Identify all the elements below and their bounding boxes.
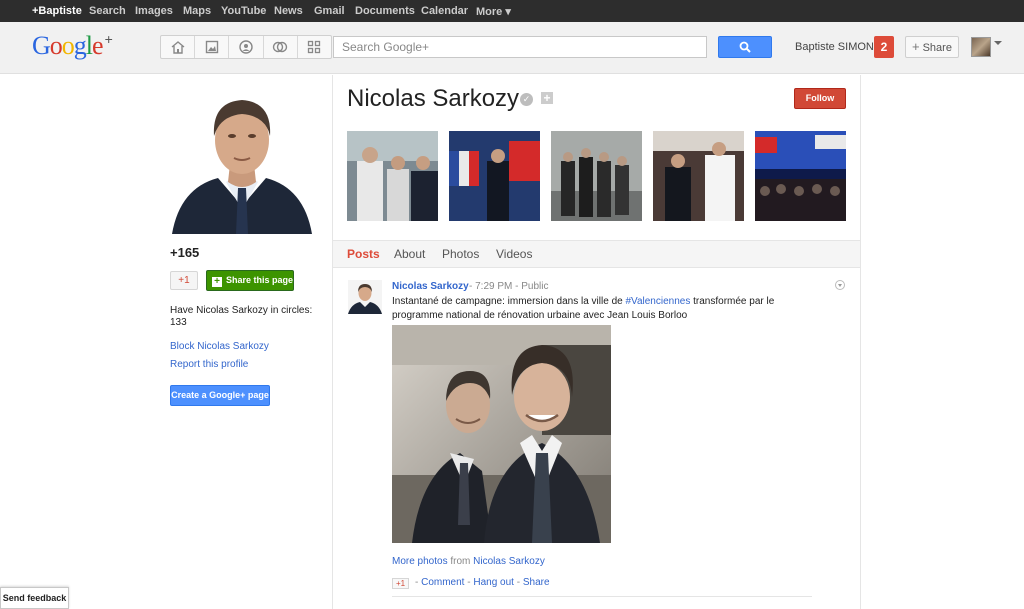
profile-icon[interactable] <box>229 36 264 58</box>
block-user-link[interactable]: Block Nicolas Sarkozy <box>170 341 269 352</box>
plus-ones-count: +165 <box>170 245 200 260</box>
share-this-page-button[interactable]: + Share this page <box>206 270 294 291</box>
logo-plus: + <box>104 31 113 47</box>
tab-about[interactable]: About <box>394 247 425 261</box>
post-author-link[interactable]: Nicolas Sarkozy <box>392 281 469 292</box>
plus-icon: + <box>212 277 222 287</box>
separator: - <box>513 577 523 588</box>
logo-wordmark: Google <box>32 31 104 60</box>
share-box-label: Share <box>922 42 952 54</box>
separator: - <box>512 281 522 292</box>
more-photos-link[interactable]: More photos <box>392 556 448 567</box>
post-actions: +1- Comment - Hang out - Share <box>392 577 550 589</box>
tab-photos[interactable]: Photos <box>442 247 479 261</box>
topbar-link-maps[interactable]: Maps <box>183 5 211 17</box>
share-post-link[interactable]: Share <box>523 577 550 588</box>
google-plus-logo[interactable]: Google + <box>32 31 113 61</box>
tab-posts[interactable]: Posts <box>347 247 380 261</box>
header: Google+ Baptiste SIMON 2 +Share <box>0 22 1024 74</box>
from-text: from <box>447 556 474 567</box>
post-time[interactable]: 7:29 PM <box>475 281 512 292</box>
send-feedback-button[interactable]: Send feedback <box>0 587 69 609</box>
search-icon <box>739 41 751 53</box>
follow-button[interactable]: Follow <box>794 88 846 109</box>
comment-link[interactable]: Comment <box>421 577 464 588</box>
profile-sidebar: +165 +1 + Share this page Have Nicolas Sa… <box>0 75 333 609</box>
topbar-link-profile[interactable]: +Baptiste <box>32 5 82 17</box>
profile-name: Nicolas Sarkozy <box>347 85 520 112</box>
tab-videos[interactable]: Videos <box>496 247 532 261</box>
user-avatar[interactable] <box>971 37 991 57</box>
topbar-link-gmail[interactable]: Gmail <box>314 5 345 17</box>
post-options-menu-icon[interactable] <box>835 280 845 290</box>
home-icon[interactable] <box>161 36 196 58</box>
more-photos-author-link[interactable]: Nicolas Sarkozy <box>473 556 545 567</box>
photo-thumbnail[interactable] <box>755 131 846 221</box>
report-profile-link[interactable]: Report this profile <box>170 359 248 370</box>
profile-photo[interactable] <box>170 88 314 234</box>
photo-thumbnail[interactable] <box>449 131 540 221</box>
share-box-button[interactable]: + Share <box>905 36 959 58</box>
profile-main: Nicolas Sarkozy ✓ + Follow Posts About P… <box>333 75 861 609</box>
more-photos-row: More photos from Nicolas Sarkozy <box>392 556 545 567</box>
photo-thumbnail[interactable] <box>551 131 642 221</box>
photo-strip <box>347 131 847 221</box>
topbar-link-search[interactable]: Search <box>89 5 126 17</box>
post-text: Instantané de campagne: immersion dans l… <box>392 295 822 323</box>
post-plus-one-button[interactable]: +1 <box>392 578 409 589</box>
post-author-avatar[interactable] <box>348 280 382 314</box>
top-navigation-bar: +Baptiste Search Images Maps YouTube New… <box>0 0 1024 22</box>
post-image[interactable] <box>392 325 611 543</box>
photo-thumbnail[interactable] <box>653 131 744 221</box>
share-this-page-label: Share this page <box>226 275 294 285</box>
chevron-down-icon[interactable] <box>994 41 1002 45</box>
user-name-link[interactable]: Baptiste SIMON <box>795 41 874 53</box>
photos-icon[interactable] <box>195 36 230 58</box>
topbar-link-news[interactable]: News <box>274 5 303 17</box>
plus-icon: + <box>912 39 920 54</box>
post-hashtag-link[interactable]: #Valenciennes <box>625 296 690 307</box>
create-page-button[interactable]: Create a Google+ page <box>170 385 270 406</box>
post-meta: - 7:29 PM - Public <box>469 281 549 292</box>
verified-check-icon: ✓ <box>520 93 533 106</box>
circles-count-text: Have Nicolas Sarkozy in circles: 133 <box>170 305 313 328</box>
post-visibility[interactable]: Public <box>521 281 548 292</box>
content-area: +165 +1 + Share this page Have Nicolas Sa… <box>0 75 1024 609</box>
search-button[interactable] <box>718 36 772 58</box>
circles-icon[interactable] <box>264 36 298 58</box>
topbar-link-documents[interactable]: Documents <box>355 5 415 17</box>
notification-count-badge[interactable]: 2 <box>874 36 894 58</box>
search-input[interactable] <box>333 36 707 58</box>
nav-icon-group <box>160 35 332 59</box>
plus-one-button[interactable]: +1 <box>170 271 198 290</box>
games-icon[interactable] <box>298 36 331 58</box>
google-plus-badge-icon: + <box>541 92 553 104</box>
post-divider <box>392 596 812 597</box>
hang-out-link[interactable]: Hang out <box>473 577 514 588</box>
topbar-link-calendar[interactable]: Calendar <box>421 5 468 17</box>
topbar-link-youtube[interactable]: YouTube <box>221 5 266 17</box>
post-text-before: Instantané de campagne: immersion dans l… <box>392 296 626 307</box>
topbar-link-more[interactable]: More ▾ <box>476 5 511 18</box>
topbar-link-images[interactable]: Images <box>135 5 173 17</box>
profile-tabs: Posts About Photos Videos <box>333 240 860 268</box>
photo-thumbnail[interactable] <box>347 131 438 221</box>
